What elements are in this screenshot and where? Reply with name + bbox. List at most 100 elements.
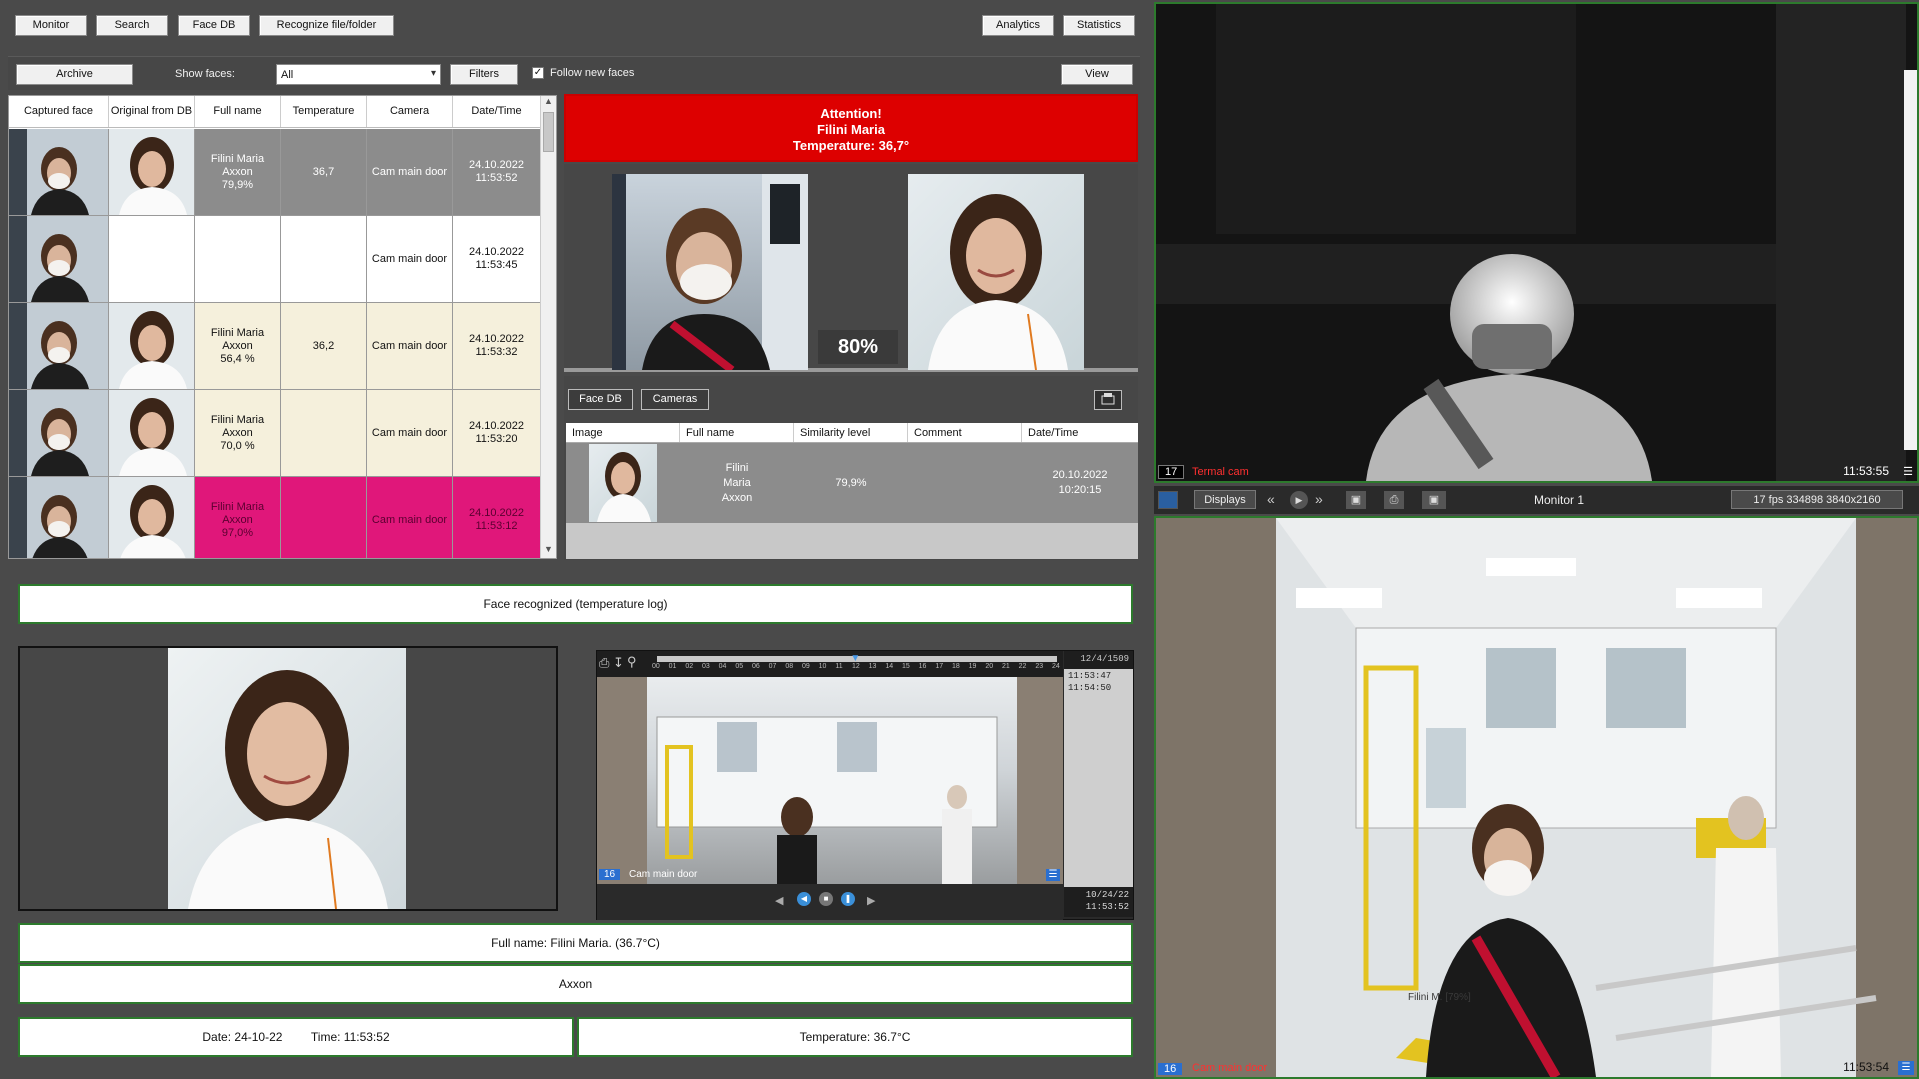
col-full-name[interactable]: Full name bbox=[195, 96, 281, 127]
play-icon[interactable]: ◀ bbox=[797, 892, 811, 906]
timeline-tick: 16 bbox=[918, 663, 927, 670]
player-scene bbox=[597, 677, 1063, 884]
main-camera-view[interactable]: Filini M. [79%] 16 Cam main door 11:53:5… bbox=[1154, 516, 1919, 1079]
print-icon[interactable]: ⎙ bbox=[599, 655, 609, 671]
pause-icon[interactable]: ❚ bbox=[841, 892, 855, 906]
monitor-button[interactable]: Monitor bbox=[15, 15, 87, 36]
menu-icon[interactable]: ☰ bbox=[1898, 1061, 1914, 1075]
menu-icon[interactable]: ☰ bbox=[1903, 465, 1913, 478]
play-icon[interactable]: ▶ bbox=[1290, 491, 1308, 509]
db-face-thumb[interactable] bbox=[109, 477, 195, 558]
col-camera[interactable]: Camera bbox=[367, 96, 453, 127]
full-name-field: Full name: Filini Maria. (36.7°C) bbox=[18, 923, 1133, 963]
layout-icon[interactable] bbox=[1158, 491, 1178, 509]
db-face-thumb[interactable] bbox=[109, 129, 195, 215]
player-toolbar: ⎙ ↧ ⚲ 00 01 02 03 04 05 06 07 08 09 10 11 12 13 14 15 16… bbox=[597, 651, 1063, 677]
col-temperature[interactable]: Temperature bbox=[281, 96, 367, 127]
face-db-button[interactable]: Face DB bbox=[178, 15, 250, 36]
result-comment bbox=[908, 443, 1022, 523]
col-image[interactable]: Image bbox=[566, 423, 680, 442]
player-time-2[interactable]: 11:54:50 bbox=[1064, 683, 1133, 693]
row-datetime: 24.10.2022 11:53:52 bbox=[453, 129, 541, 215]
timeline-tick: 01 bbox=[668, 663, 677, 670]
row-datetime: 24.10.2022 11:53:32 bbox=[453, 303, 541, 389]
timeline-tick: 09 bbox=[802, 663, 810, 670]
timeline-tick: 07 bbox=[768, 663, 777, 670]
row-full-name: Filini Maria Axxon 79,9% bbox=[195, 129, 281, 215]
row-camera: Cam main door bbox=[367, 129, 453, 215]
tab-face-db[interactable]: Face DB bbox=[568, 389, 633, 410]
col-datetime[interactable]: Date/Time bbox=[1022, 423, 1138, 442]
displays-button[interactable]: Displays bbox=[1194, 490, 1256, 509]
attention-alert: Attention! Filini Maria Temperature: 36,… bbox=[564, 94, 1138, 162]
print-icon[interactable]: ⎙ bbox=[1384, 491, 1404, 509]
col-full-name[interactable]: Full name bbox=[680, 423, 794, 442]
date-value: Date: 24-10-22 bbox=[202, 1030, 283, 1044]
scroll-up-icon[interactable]: ▲ bbox=[541, 96, 556, 110]
timeline[interactable]: 00 01 02 03 04 05 06 07 08 09 10 11 12 13 14 15 16 17 18 19… bbox=[652, 653, 1060, 674]
captured-face-thumb[interactable] bbox=[9, 129, 109, 215]
captured-face-thumb[interactable] bbox=[9, 477, 109, 558]
search-button[interactable]: Search bbox=[96, 15, 168, 36]
archive-button[interactable]: Archive bbox=[16, 64, 133, 85]
captured-face-thumb[interactable] bbox=[9, 303, 109, 389]
db-face-thumb[interactable] bbox=[109, 216, 195, 302]
timeline-tick: 21 bbox=[1002, 663, 1010, 670]
tab-cameras[interactable]: Cameras bbox=[641, 389, 709, 410]
col-similarity[interactable]: Similarity level bbox=[794, 423, 908, 442]
print-icon[interactable] bbox=[1094, 390, 1122, 410]
db-face-thumb[interactable] bbox=[109, 303, 195, 389]
search-icon[interactable]: ⚲ bbox=[627, 654, 637, 670]
thermal-camera-view[interactable]: 17 Termal cam 11:53:55 ☰ bbox=[1154, 2, 1919, 483]
follow-new-faces-checkbox[interactable]: ✓ bbox=[532, 67, 544, 79]
main-cam-label: Cam main door bbox=[1192, 1062, 1268, 1074]
scroll-thumb[interactable] bbox=[543, 112, 554, 152]
timeline-tick: 10 bbox=[818, 663, 827, 670]
statistics-button[interactable]: Statistics bbox=[1063, 15, 1135, 36]
captured-face-thumb[interactable] bbox=[9, 216, 109, 302]
timeline-marker-icon[interactable]: ▼ bbox=[850, 653, 860, 664]
row-temperature bbox=[281, 477, 367, 558]
col-datetime[interactable]: Date/Time bbox=[453, 96, 541, 127]
scroll-down-icon[interactable]: ▼ bbox=[541, 544, 556, 558]
table-scrollbar[interactable]: ▲ ▼ bbox=[540, 96, 556, 558]
player-time-1[interactable]: 11:53:47 bbox=[1064, 669, 1133, 683]
temperature-field: Temperature: 36.7°C bbox=[577, 1017, 1133, 1057]
show-faces-select[interactable]: All ▾ bbox=[276, 64, 441, 85]
main-scene bbox=[1156, 518, 1917, 1077]
menu-icon[interactable]: ☰ bbox=[1046, 869, 1060, 881]
lock-icon[interactable]: ▣ bbox=[1346, 491, 1366, 509]
table-row[interactable]: Filini Maria Axxon 97,0% Cam main door 24.… bbox=[9, 477, 541, 558]
view-button[interactable]: View bbox=[1061, 64, 1133, 85]
db-face-thumb[interactable] bbox=[109, 390, 195, 476]
stop-icon[interactable]: ■ bbox=[819, 892, 833, 906]
show-faces-value: All bbox=[281, 69, 294, 81]
table-row[interactable]: Filini Maria Axxon 70,0 % Cam main door 24… bbox=[9, 390, 541, 477]
table-row[interactable]: Filini Maria Axxon 79,9% 36,7 Cam main doo… bbox=[9, 129, 541, 216]
captured-face-thumb[interactable] bbox=[9, 390, 109, 476]
portrait-image bbox=[168, 648, 406, 909]
row-full-name: Filini Maria Axxon 97,0% bbox=[195, 477, 281, 558]
camera-settings-icon[interactable]: ▣ bbox=[1422, 491, 1446, 509]
result-row[interactable]: Filini Maria Axxon 79,9% 20.10.2022 10:2… bbox=[566, 443, 1138, 523]
result-header: Image Full name Similarity level Comment… bbox=[566, 423, 1138, 443]
rewind-icon[interactable]: « bbox=[1267, 491, 1275, 507]
filters-button[interactable]: Filters bbox=[450, 64, 518, 85]
analytics-button[interactable]: Analytics bbox=[982, 15, 1054, 36]
col-original-from-db[interactable]: Original from DB bbox=[109, 96, 195, 127]
monitor-label: Monitor 1 bbox=[1534, 493, 1585, 507]
col-captured-face[interactable]: Captured face bbox=[9, 96, 109, 127]
timeline-tick: 15 bbox=[902, 663, 910, 670]
table-row[interactable]: Filini Maria Axxon 56,4 % 36,2 Cam main do… bbox=[9, 303, 541, 390]
forward-icon[interactable]: ▶ bbox=[867, 894, 875, 907]
forward-icon[interactable]: » bbox=[1315, 491, 1323, 507]
result-face-image bbox=[589, 444, 657, 522]
timeline-tick: 08 bbox=[785, 663, 794, 670]
organization-field: Axxon bbox=[18, 964, 1133, 1004]
timeline-tick: 20 bbox=[985, 663, 994, 670]
rewind-icon[interactable]: ◀ bbox=[775, 894, 783, 907]
table-row[interactable]: Cam main door 24.10.2022 11:53:45 bbox=[9, 216, 541, 303]
recognize-file-button[interactable]: Recognize file/folder bbox=[259, 15, 394, 36]
col-comment[interactable]: Comment bbox=[908, 423, 1022, 442]
download-icon[interactable]: ↧ bbox=[613, 655, 624, 671]
